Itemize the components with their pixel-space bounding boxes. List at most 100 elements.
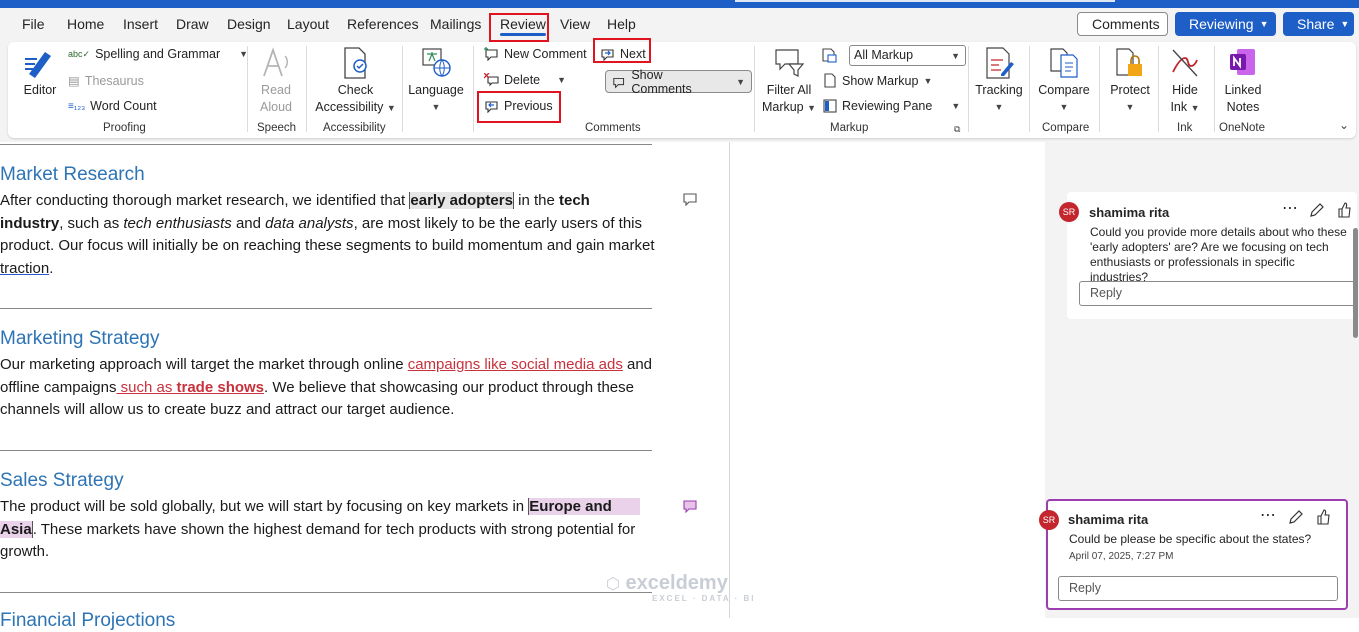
document-page[interactable]: Market Research After conducting thoroug…	[0, 142, 730, 631]
tracked-insertion[interactable]: campaigns like social media ads	[408, 356, 623, 373]
chevron-down-icon: ▼	[1340, 19, 1350, 29]
compare-button[interactable]: Compare ▼	[1036, 46, 1092, 116]
like-thumb-icon[interactable]	[1337, 202, 1351, 218]
like-thumb-icon[interactable]	[1316, 509, 1330, 525]
comment-card[interactable]: SR shamima rita ⋯ Could you provide more…	[1059, 192, 1357, 319]
filter-all-markup-button[interactable]: Filter All Markup ▼	[760, 46, 818, 117]
delete-comment-button[interactable]: Delete ▼	[484, 73, 566, 87]
tab-mailings[interactable]: Mailings	[430, 16, 481, 32]
check-accessibility-label-1: Check	[337, 83, 374, 97]
read-aloud-button[interactable]: Read Aloud	[255, 46, 297, 116]
new-comment-button[interactable]: New Comment	[484, 47, 587, 61]
edit-pencil-icon[interactable]	[1288, 509, 1304, 525]
accessibility-check-icon	[343, 47, 367, 79]
collapse-ribbon-chevron-icon[interactable]: ⌄	[1339, 118, 1349, 132]
tab-home[interactable]: Home	[67, 16, 104, 32]
display-for-review-select[interactable]: All Markup ▼	[849, 45, 966, 66]
chevron-down-icon: ▼	[557, 75, 567, 85]
linked-notes-label-1: Linked	[1224, 83, 1262, 97]
tracked-insertion[interactable]: trade shows	[177, 379, 265, 396]
paragraph-sales-strategy: The product will be sold globally, but w…	[0, 496, 655, 564]
heading-market-research: Market Research	[0, 164, 145, 185]
vertical-scrollbar[interactable]	[1352, 145, 1359, 618]
ribbon: Editor abc✓ Spelling and Grammar ▼ ▤ The…	[0, 38, 1359, 142]
chevron-down-icon: ▼	[951, 101, 961, 111]
commented-text-asia[interactable]: Asia	[0, 520, 32, 538]
text-run: . These markets have shown the highest d…	[0, 520, 636, 561]
text-run: and	[231, 214, 266, 232]
tab-file[interactable]: File	[22, 16, 45, 32]
comment-card-active[interactable]: SR shamima rita ⋯ Could be please be spe…	[1039, 499, 1348, 610]
share-label: Share	[1297, 16, 1335, 32]
italic-text: data analysts	[265, 214, 354, 232]
tab-draw[interactable]: Draw	[176, 16, 209, 32]
markup-area	[730, 142, 1045, 618]
spelling-grammar-button[interactable]: abc✓ Spelling and Grammar ▼	[68, 47, 248, 61]
editor-label: Editor	[23, 83, 57, 97]
watermark-hex-icon: ⬡	[606, 576, 620, 593]
chevron-down-icon: ▼	[807, 103, 817, 113]
tab-layout[interactable]: Layout	[287, 16, 329, 32]
bold-text: industry	[0, 214, 60, 232]
tab-insert[interactable]: Insert	[123, 16, 158, 32]
compare-icon	[1050, 48, 1078, 78]
tab-view[interactable]: View	[560, 16, 590, 32]
tab-help[interactable]: Help	[607, 16, 636, 32]
hide-ink-button[interactable]: Hide Ink ▼	[1163, 46, 1207, 117]
tracked-insertion[interactable]: such as	[116, 379, 176, 396]
editor-pen-icon	[25, 52, 51, 78]
reviewing-pane-label: Reviewing Pane	[842, 99, 933, 113]
thesaurus-button[interactable]: ▤ Thesaurus	[68, 73, 144, 89]
tracking-button[interactable]: Tracking ▼	[971, 46, 1027, 116]
comment-marker-icon-active[interactable]	[682, 499, 698, 513]
comment-marker-icon[interactable]	[682, 192, 698, 206]
show-markup-button[interactable]: Show Markup ▼	[823, 73, 932, 88]
chevron-down-icon: ▼	[1125, 102, 1135, 112]
read-aloud-label-2: Aloud	[260, 100, 292, 114]
language-label: Language	[408, 83, 464, 97]
avatar: SR	[1039, 510, 1059, 530]
commented-text-early-adopters[interactable]: early adopters	[409, 192, 513, 209]
linked-notes-button[interactable]: Linked Notes	[1218, 46, 1268, 116]
filter-label-1: Filter All	[766, 83, 812, 97]
spelling-icon: abc✓	[68, 48, 91, 59]
reply-input[interactable]: Reply	[1058, 576, 1338, 601]
italic-text: tech enthusiasts	[123, 214, 232, 232]
tab-design[interactable]: Design	[227, 16, 271, 32]
comment-text: Could be please be specific about the st…	[1069, 532, 1312, 546]
tab-references[interactable]: References	[347, 16, 419, 32]
comments-button[interactable]: Comments	[1077, 12, 1168, 36]
reviewing-mode-button[interactable]: Reviewing ▼	[1175, 12, 1276, 36]
display-review-icon	[822, 48, 837, 63]
more-options-icon[interactable]: ⋯	[1282, 198, 1298, 218]
word-count-icon: ≡₁₂₃	[68, 100, 86, 112]
editor-button[interactable]: Editor	[16, 46, 64, 99]
hide-ink-label-2: Ink	[1170, 100, 1188, 114]
more-options-icon[interactable]: ⋯	[1260, 505, 1276, 525]
filter-label-2: Markup	[761, 100, 804, 114]
reviewing-pane-button[interactable]: Reviewing Pane ▼	[823, 99, 960, 113]
delete-label: Delete	[504, 73, 541, 87]
watermark-logo: ⬡ exceldemy EXCEL · DATA · BI	[606, 572, 753, 603]
compare-btn-label: Compare	[1038, 83, 1090, 97]
reviewing-label: Reviewing	[1189, 16, 1254, 32]
protect-button[interactable]: Protect ▼	[1105, 46, 1155, 116]
group-separator	[247, 46, 248, 132]
word-count-button[interactable]: ≡₁₂₃ Word Count	[68, 99, 157, 113]
reply-input[interactable]: Reply	[1079, 281, 1357, 306]
check-accessibility-button[interactable]: Check Accessibility ▼	[313, 46, 398, 117]
markup-dialog-launcher-icon[interactable]: ⧉	[954, 124, 960, 135]
group-separator	[754, 46, 755, 132]
next-button-highlight	[593, 38, 651, 63]
reviewing-pane-icon	[823, 99, 837, 113]
share-button[interactable]: Share ▼	[1283, 12, 1354, 36]
scrollbar-thumb[interactable]	[1353, 228, 1358, 338]
commented-text-europe[interactable]: Europe and	[528, 498, 640, 515]
edit-pencil-icon[interactable]	[1309, 202, 1325, 218]
heading-financial-projections: Financial Projections	[0, 610, 176, 631]
check-accessibility-label-2: Accessibility	[315, 100, 384, 114]
heading-sales-strategy: Sales Strategy	[0, 470, 124, 491]
show-comments-button[interactable]: Show Comments ▼	[605, 68, 752, 96]
show-markup-icon	[824, 73, 836, 88]
language-button[interactable]: Language ▼	[408, 46, 464, 116]
